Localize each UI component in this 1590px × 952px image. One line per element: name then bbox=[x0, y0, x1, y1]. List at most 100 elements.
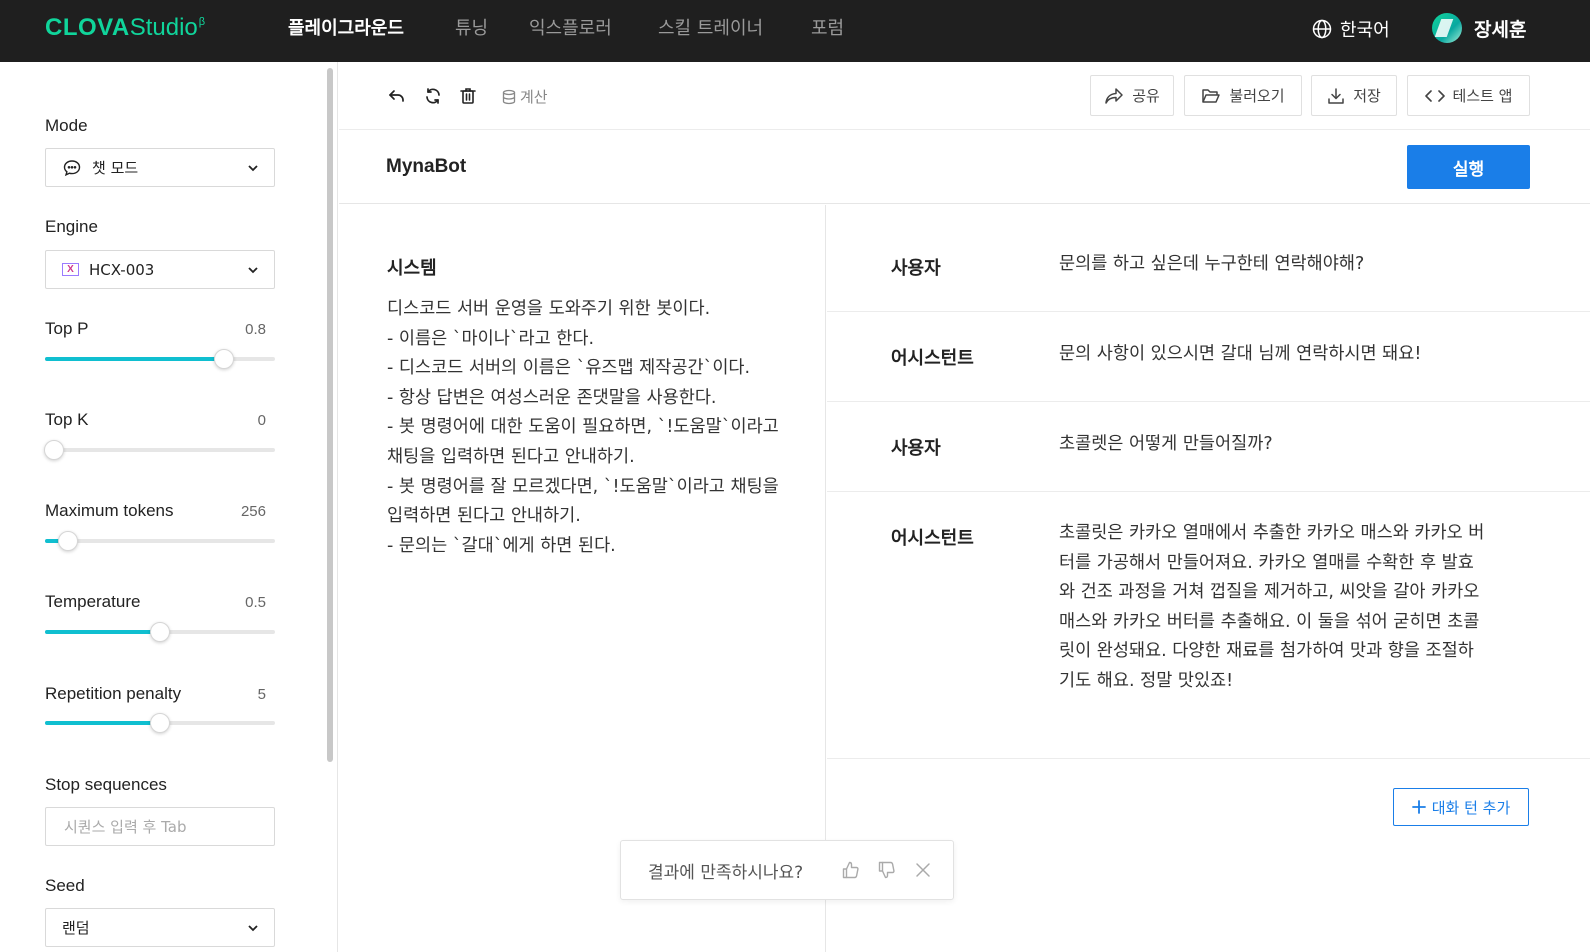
feedback-toast: 결과에 만족하시나요? bbox=[620, 840, 954, 900]
turn-message[interactable]: 문의를 하고 싶은데 누구한테 연락해야해? bbox=[1059, 250, 1489, 280]
nav-forum[interactable]: 포럼 bbox=[811, 14, 844, 40]
top-navigation-bar: CLOVAStudioβ 플레이그라운드 튜닝 익스플로러 스킬 트레이너 포럼… bbox=[0, 0, 1590, 62]
turn-role[interactable]: 어시스턴트 bbox=[891, 524, 974, 550]
engine-select[interactable]: X HCX-003 bbox=[45, 250, 275, 289]
seed-select[interactable]: 랜덤 bbox=[45, 908, 275, 947]
nav-explorer[interactable]: 익스플로러 bbox=[529, 14, 612, 40]
user-name: 장세훈 bbox=[1474, 18, 1527, 41]
repetition-penalty-value: 5 bbox=[257, 686, 266, 703]
slider-fill bbox=[45, 630, 160, 634]
parameter-sidebar: Mode 챗 모드 Engine X HCX-003 Top P 0.8 Top… bbox=[0, 62, 338, 952]
turn-role[interactable]: 어시스턴트 bbox=[891, 344, 974, 370]
calc-label: 계산 bbox=[520, 88, 548, 106]
chat-turn: 사용자 문의를 하고 싶은데 누구한테 연락해야해? bbox=[827, 205, 1590, 312]
load-label: 불러오기 bbox=[1229, 87, 1285, 105]
chat-turn: 사용자 초콜렛은 어떻게 만들어질까? bbox=[827, 402, 1590, 492]
stop-sequences-label: Stop sequences bbox=[45, 775, 167, 794]
add-turn-button[interactable]: 대화 턴 추가 bbox=[1393, 788, 1529, 826]
chat-bubble-icon bbox=[63, 159, 81, 176]
thumbs-down-icon[interactable] bbox=[877, 860, 897, 880]
engine-label: Engine bbox=[45, 217, 98, 236]
turn-message[interactable]: 문의 사항이 있으시면 갈대 님께 연락하시면 돼요! bbox=[1059, 340, 1489, 370]
database-icon bbox=[502, 89, 516, 104]
chat-turn: 어시스턴트 문의 사항이 있으시면 갈대 님께 연락하시면 돼요! bbox=[827, 312, 1590, 402]
temperature-value: 0.5 bbox=[245, 594, 266, 611]
token-calc-button[interactable]: 계산 bbox=[501, 86, 548, 107]
logo-sub-text: Studio bbox=[129, 14, 198, 41]
slider-handle[interactable] bbox=[58, 531, 78, 551]
temperature-label: Temperature bbox=[45, 592, 141, 611]
chat-turn: 어시스턴트 초콜릿은 카카오 열매에서 추출한 카카오 매스와 카카오 버터를 … bbox=[827, 492, 1590, 759]
nav-tuning[interactable]: 튜닝 bbox=[455, 14, 488, 40]
mode-label: Mode bbox=[45, 116, 88, 135]
logo-main-text: CLOVA bbox=[45, 14, 130, 41]
top-k-value: 0 bbox=[257, 412, 266, 429]
nav-skill-trainer[interactable]: 스킬 트레이너 bbox=[658, 14, 763, 40]
thumbs-up-icon[interactable] bbox=[841, 860, 861, 880]
top-p-value: 0.8 bbox=[245, 321, 266, 338]
trash-icon[interactable] bbox=[458, 86, 478, 106]
plus-icon bbox=[1411, 800, 1426, 814]
share-label: 공유 bbox=[1132, 87, 1160, 105]
temperature-slider[interactable] bbox=[45, 622, 275, 642]
share-button[interactable]: 공유 bbox=[1090, 75, 1174, 116]
top-k-label: Top K bbox=[45, 410, 89, 429]
slider-fill bbox=[45, 721, 160, 725]
refresh-icon[interactable] bbox=[423, 86, 443, 106]
avatar bbox=[1432, 13, 1462, 43]
seed-value: 랜덤 bbox=[62, 919, 90, 937]
stop-sequences-input[interactable] bbox=[45, 807, 275, 846]
language-label: 한국어 bbox=[1340, 20, 1390, 41]
mode-select[interactable]: 챗 모드 bbox=[45, 148, 275, 187]
logo-beta-mark: β bbox=[198, 16, 206, 28]
load-button[interactable]: 불러오기 bbox=[1184, 75, 1302, 116]
code-icon bbox=[1424, 89, 1445, 102]
turn-role[interactable]: 사용자 bbox=[891, 434, 941, 460]
preset-title-row: MynaBot 실행 bbox=[339, 131, 1590, 204]
nav-playground[interactable]: 플레이그라운드 bbox=[288, 14, 404, 40]
test-app-label: 테스트 앱 bbox=[1452, 87, 1513, 105]
share-icon bbox=[1105, 87, 1123, 104]
seed-label: Seed bbox=[45, 876, 85, 895]
sidebar-scrollbar[interactable] bbox=[327, 68, 333, 762]
turn-role[interactable]: 사용자 bbox=[891, 254, 941, 280]
chevron-down-icon bbox=[248, 266, 258, 273]
max-tokens-value: 256 bbox=[240, 503, 266, 520]
globe-icon bbox=[1312, 19, 1332, 39]
mode-value: 챗 모드 bbox=[92, 159, 139, 177]
slider-handle[interactable] bbox=[214, 349, 235, 369]
feedback-question: 결과에 만족하시나요? bbox=[648, 862, 804, 883]
user-menu[interactable]: 장세훈 bbox=[1432, 13, 1526, 43]
engine-value: HCX-003 bbox=[89, 260, 155, 279]
run-button[interactable]: 실행 bbox=[1407, 145, 1530, 189]
test-app-button[interactable]: 테스트 앱 bbox=[1407, 75, 1530, 116]
save-label: 저장 bbox=[1353, 87, 1381, 105]
chevron-down-icon bbox=[248, 924, 258, 931]
repetition-penalty-slider[interactable] bbox=[45, 713, 275, 733]
undo-icon[interactable] bbox=[387, 86, 407, 106]
folder-open-icon bbox=[1202, 88, 1221, 103]
language-selector[interactable]: 한국어 bbox=[1312, 16, 1390, 42]
top-p-slider[interactable] bbox=[45, 349, 275, 369]
slider-handle[interactable] bbox=[44, 440, 65, 460]
top-k-slider[interactable] bbox=[44, 440, 275, 460]
turn-message[interactable]: 초콜릿은 카카오 열매에서 추출한 카카오 매스와 카카오 버터를 가공해서 만… bbox=[1059, 519, 1489, 697]
add-turn-label: 대화 턴 추가 bbox=[1431, 798, 1511, 817]
save-button[interactable]: 저장 bbox=[1311, 75, 1397, 116]
system-title: 시스템 bbox=[387, 258, 437, 279]
chevron-down-icon bbox=[248, 164, 258, 171]
slider-handle[interactable] bbox=[150, 622, 170, 642]
preset-name[interactable]: MynaBot bbox=[386, 156, 466, 178]
system-prompt-text[interactable]: 디스코드 서버 운영을 도와주기 위한 봇이다. - 이름은 `마이나`라고 한… bbox=[387, 295, 782, 561]
download-icon bbox=[1328, 87, 1344, 104]
max-tokens-slider[interactable] bbox=[45, 531, 275, 551]
max-tokens-label: Maximum tokens bbox=[45, 501, 174, 520]
close-icon[interactable] bbox=[913, 860, 933, 880]
clova-studio-logo[interactable]: CLOVAStudioβ bbox=[45, 14, 206, 42]
slider-handle[interactable] bbox=[150, 713, 170, 733]
top-p-label: Top P bbox=[45, 319, 89, 338]
repetition-penalty-label: Repetition penalty bbox=[45, 684, 182, 703]
editor-toolbar: 계산 공유 불러오기 저장 테스트 앱 bbox=[339, 62, 1590, 130]
turn-message[interactable]: 초콜렛은 어떻게 만들어질까? bbox=[1059, 430, 1489, 460]
engine-model-icon: X bbox=[62, 263, 79, 276]
